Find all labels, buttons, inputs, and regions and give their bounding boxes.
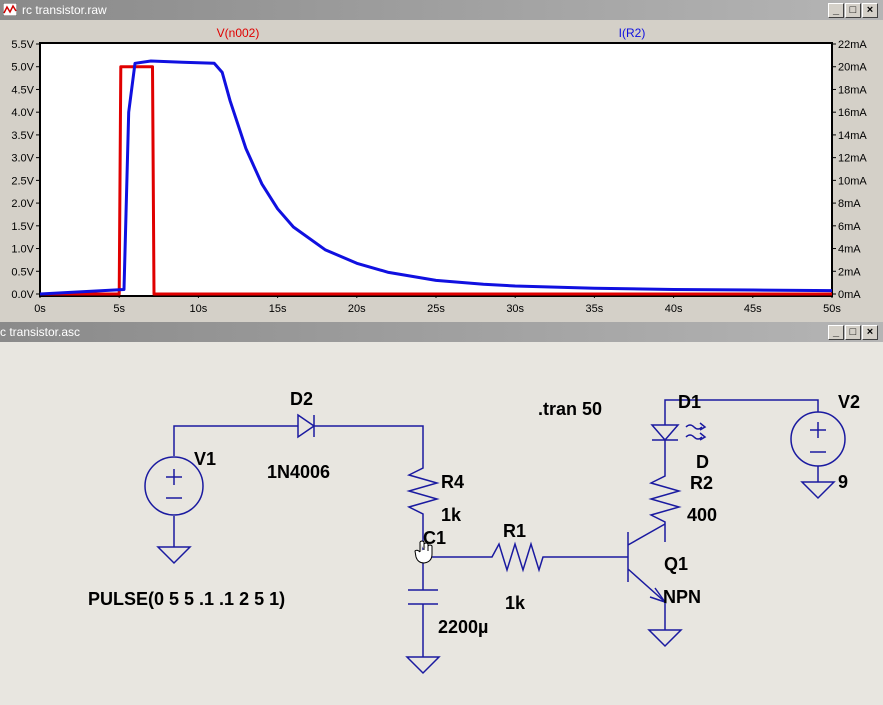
y-right-tick-label: 6mA [838, 221, 861, 233]
x-tick-label: 35s [586, 303, 604, 315]
x-tick-label: 5s [113, 303, 125, 315]
r1-name-label[interactable]: R1 [503, 521, 526, 541]
plot-area[interactable] [39, 42, 833, 297]
x-tick-label: 10s [190, 303, 208, 315]
r4-value-label[interactable]: 1k [441, 505, 462, 525]
x-tick-label: 30s [506, 303, 524, 315]
schematic-window-title: c transistor.asc [0, 325, 81, 339]
y-right-tick-label: 20mA [838, 62, 867, 74]
x-tick-label: 0s [34, 303, 46, 315]
d1-name-label[interactable]: D1 [678, 392, 701, 412]
y-left-tick-label: 0.0V [11, 289, 34, 301]
close-button[interactable]: × [862, 3, 878, 18]
close-button[interactable]: × [862, 325, 878, 340]
waveform-window-title: rc transistor.raw [22, 3, 107, 17]
y-right-tick-label: 2mA [838, 266, 861, 278]
d2-value-label[interactable]: 1N4006 [267, 462, 330, 482]
y-right-tick-label: 8mA [838, 198, 861, 210]
y-left-tick-label: 4.5V [11, 84, 34, 96]
d2-name-label[interactable]: D2 [290, 389, 313, 409]
r2-name-label[interactable]: R2 [690, 473, 713, 493]
y-right-tick-label: 18mA [838, 84, 867, 96]
maximize-button[interactable]: □ [845, 3, 861, 18]
q1-name-label[interactable]: Q1 [664, 554, 688, 574]
y-left-tick-label: 5.0V [11, 62, 34, 74]
y-right-tick-label: 22mA [838, 39, 867, 51]
v2-value-label[interactable]: 9 [838, 472, 848, 492]
c1-name-label[interactable]: C1 [423, 528, 446, 548]
waveform-plot[interactable]: V(n002) I(R2) 0s 5s 10s 15s 20s 25s 30s 35s 40s 4… [0, 20, 883, 322]
c1-value-label[interactable]: 2200µ [438, 617, 488, 637]
y-left-tick-label: 4.0V [11, 107, 34, 119]
y-right-tick-label: 12mA [838, 153, 867, 165]
x-tick-label: 50s [823, 303, 841, 315]
y-left-tick-label: 2.5V [11, 175, 34, 187]
x-tick-label: 40s [665, 303, 683, 315]
y-left-tick-label: 3.0V [11, 153, 34, 165]
y-right-tick-label: 16mA [838, 107, 867, 119]
waveform-app-icon [3, 3, 17, 16]
y-left-tick-label: 1.0V [11, 244, 34, 256]
y-left-tick-label: 0.5V [11, 266, 34, 278]
waveform-titlebar[interactable]: rc transistor.raw _ □ × [0, 0, 883, 20]
minimize-button[interactable]: _ [828, 325, 844, 340]
trace-label-i-r2[interactable]: I(R2) [619, 26, 646, 40]
y-left-tick-label: 5.5V [11, 39, 34, 51]
trace-label-v-n002[interactable]: V(n002) [217, 26, 260, 40]
x-tick-label: 25s [427, 303, 445, 315]
schematic-window: c transistor.asc _ □ × V1 PULSE(0 5 5 .1… [0, 322, 883, 705]
y-left-tick-label: 2.0V [11, 198, 34, 210]
q1-value-label[interactable]: NPN [663, 587, 701, 607]
x-tick-label: 15s [269, 303, 287, 315]
y-right-tick-label: 10mA [838, 175, 867, 187]
minimize-button[interactable]: _ [828, 3, 844, 18]
v1-name-label[interactable]: V1 [194, 449, 216, 469]
r4-name-label[interactable]: R4 [441, 472, 464, 492]
y-right-tick-label: 4mA [838, 244, 861, 256]
r1-value-label[interactable]: 1k [505, 593, 526, 613]
x-tick-label: 45s [744, 303, 762, 315]
d1-value-label[interactable]: D [696, 452, 709, 472]
waveform-window: rc transistor.raw _ □ × V(n002) I(R2) 0s… [0, 0, 883, 322]
v2-name-label[interactable]: V2 [838, 392, 860, 412]
v1-value-label[interactable]: PULSE(0 5 5 .1 .1 2 5 1) [88, 589, 285, 609]
x-tick-label: 20s [348, 303, 366, 315]
y-right-tick-label: 0mA [838, 289, 861, 301]
y-left-tick-label: 3.5V [11, 130, 34, 142]
tran-directive[interactable]: .tran 50 [538, 399, 602, 419]
r2-value-label[interactable]: 400 [687, 505, 717, 525]
schematic-canvas[interactable]: V1 PULSE(0 5 5 .1 .1 2 5 1) D2 1N4006 R4… [0, 342, 883, 705]
maximize-button[interactable]: □ [845, 325, 861, 340]
y-left-tick-label: 1.5V [11, 221, 34, 233]
schematic-titlebar[interactable]: c transistor.asc _ □ × [0, 322, 883, 342]
y-right-tick-label: 14mA [838, 130, 867, 142]
